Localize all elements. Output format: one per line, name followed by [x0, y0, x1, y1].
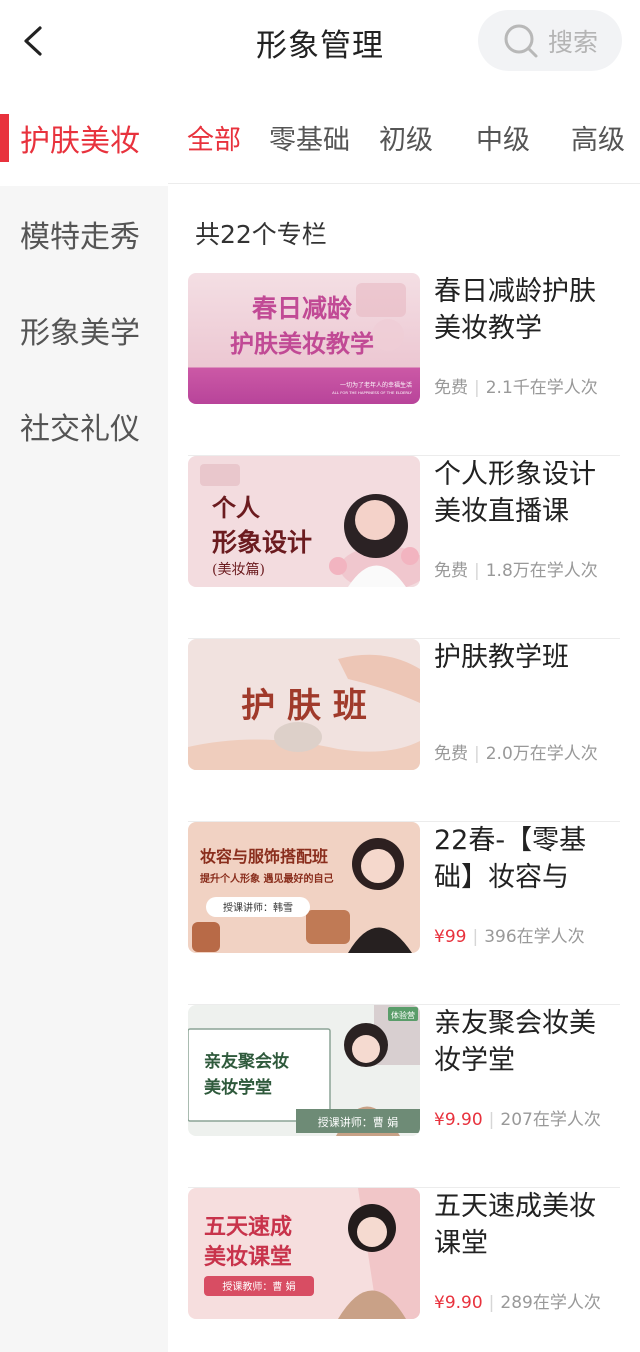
course-item[interactable]: 春日减龄 护肤美妆教学 一切为了老年人的幸福生活 ALL FOR THE HAP… [188, 273, 620, 456]
course-price: 免费 [434, 378, 468, 398]
thumb-line: 美妆课堂 [204, 1244, 292, 1270]
course-title: 五天速成美妆课堂 [434, 1191, 596, 1259]
sidebar-item-modeling-runway[interactable]: 模特走秀 [0, 186, 168, 282]
course-item[interactable]: 个人 形象设计 (美妆篇) 个人形象设计美妆直播课 免费 | 1.8万在学人次 [188, 456, 620, 639]
thumb-line: 春日减龄 [252, 294, 353, 323]
top-bar: 形象管理 搜索 [0, 0, 640, 90]
course-title: 亲友聚会妆美妆学堂 [434, 1008, 596, 1076]
sidebar-item-label: 形象美学 [20, 316, 140, 351]
thumb-teacher: 授课讲师：曹 娟 [318, 1115, 399, 1129]
course-meta: 免费 | 2.1千在学人次 [434, 378, 598, 398]
search-icon [504, 24, 538, 57]
course-title: 22春-【零基础】妆容与服… [434, 825, 587, 893]
course-thumbnail: 体验营 亲友聚会妆 美妆学堂 授课讲师：曹 娟 [188, 1005, 420, 1136]
tab-intermediate[interactable]: 中级 [476, 118, 530, 157]
course-title: 护肤教学班 [434, 642, 569, 673]
course-meta: 免费 | 1.8万在学人次 [434, 561, 598, 581]
course-price: ¥9.90 [434, 1110, 483, 1130]
course-learners: 1.8万在学人次 [485, 561, 598, 581]
course-item[interactable]: 妆容与服饰搭配班 提升个人形象 遇见最好的自己 授课讲师：韩雪 22春-【零基础… [188, 822, 620, 1005]
category-sidebar: 护肤美妆 模特走秀 形象美学 社交礼仪 [0, 90, 168, 1352]
course-thumbnail: 妆容与服饰搭配班 提升个人形象 遇见最好的自己 授课讲师：韩雪 [188, 822, 420, 953]
course-thumbnail: 五天速成 美妆课堂 授课教师：曹 娟 [188, 1188, 420, 1319]
thumb-line: 五天速成 [204, 1214, 292, 1240]
sidebar-item-skincare-makeup[interactable]: 护肤美妆 [0, 90, 168, 186]
course-meta: 免费 | 2.0万在学人次 [434, 744, 598, 764]
tab-all[interactable]: 全部 [187, 118, 241, 157]
course-learners: 289在学人次 [500, 1293, 601, 1313]
course-price: ¥9.90 [434, 1293, 483, 1313]
search-label: 搜索 [548, 27, 599, 57]
course-list-panel: 全部 零基础 初级 中级 高级 共22个专栏 春日减龄 护肤美妆教学 一切为了老… [168, 90, 640, 1352]
course-learners: 396在学人次 [484, 927, 585, 947]
course-learners: 207在学人次 [500, 1110, 601, 1130]
course-item[interactable]: 五天速成 美妆课堂 授课教师：曹 娟 五天速成美妆课堂 ¥9.90 | 289在学人… [188, 1188, 620, 1352]
course-price: 免费 [434, 744, 468, 764]
thumb-line: 形象设计 [212, 528, 312, 557]
course-learners: 2.0万在学人次 [485, 744, 598, 764]
thumb-line: 美妆学堂 [204, 1077, 272, 1098]
sidebar-item-social-etiquette[interactable]: 社交礼仪 [0, 378, 168, 474]
search-button[interactable]: 搜索 [478, 10, 622, 71]
thumb-badge: 体验营 [391, 1010, 415, 1020]
tab-advanced[interactable]: 高级 [571, 118, 625, 157]
sidebar-item-label: 社交礼仪 [20, 412, 140, 447]
tab-elementary[interactable]: 初级 [379, 118, 433, 157]
sidebar-item-label: 模特走秀 [20, 220, 140, 255]
course-price: 免费 [434, 561, 468, 581]
tab-beginner-zero[interactable]: 零基础 [269, 118, 350, 157]
thumb-line: 亲友聚会妆 [204, 1051, 289, 1072]
thumb-line: 护 肤 班 [241, 686, 367, 726]
thumb-line: 妆容与服饰搭配班 [200, 847, 328, 866]
course-thumbnail: 护 肤 班 [188, 639, 420, 770]
course-meta: ¥99 | 396在学人次 [434, 927, 585, 947]
course-price: ¥99 [434, 927, 467, 947]
course-meta: ¥9.90 | 289在学人次 [434, 1293, 601, 1313]
course-title: 春日减龄护肤美妆教学 [434, 276, 596, 344]
thumb-teacher: 授课讲师：韩雪 [223, 901, 293, 914]
course-item[interactable]: 体验营 亲友聚会妆 美妆学堂 授课讲师：曹 娟 亲友聚会妆美妆学堂 ¥9.90 |… [188, 1005, 620, 1188]
course-count: 共22个专栏 [195, 220, 327, 249]
course-title: 个人形象设计美妆直播课 [434, 459, 596, 527]
thumb-caption: 一切为了老年人的幸福生活 [340, 381, 412, 389]
thumb-caption-en: ALL FOR THE HAPPINESS OF THE ELDERLY [332, 390, 412, 395]
sidebar-item-label: 护肤美妆 [20, 124, 140, 159]
thumb-line: 护肤美妆教学 [230, 330, 374, 358]
course-learners: 2.1千在学人次 [485, 378, 598, 398]
course-item[interactable]: 护 肤 班 护肤教学班 免费 | 2.0万在学人次 [188, 639, 620, 822]
thumb-line: (美妆篇) [212, 562, 265, 578]
thumb-line: 提升个人形象 遇见最好的自己 [200, 872, 333, 885]
thumb-line: 个人 [212, 493, 260, 522]
course-thumbnail: 个人 形象设计 (美妆篇) [188, 456, 420, 587]
course-thumbnail: 春日减龄 护肤美妆教学 一切为了老年人的幸福生活 ALL FOR THE HAP… [188, 273, 420, 404]
level-tabs: 全部 零基础 初级 中级 高级 [168, 90, 640, 184]
sidebar-item-image-aesthetics[interactable]: 形象美学 [0, 282, 168, 378]
thumb-teacher: 授课教师：曹 娟 [222, 1280, 295, 1293]
course-meta: ¥9.90 | 207在学人次 [434, 1110, 601, 1130]
